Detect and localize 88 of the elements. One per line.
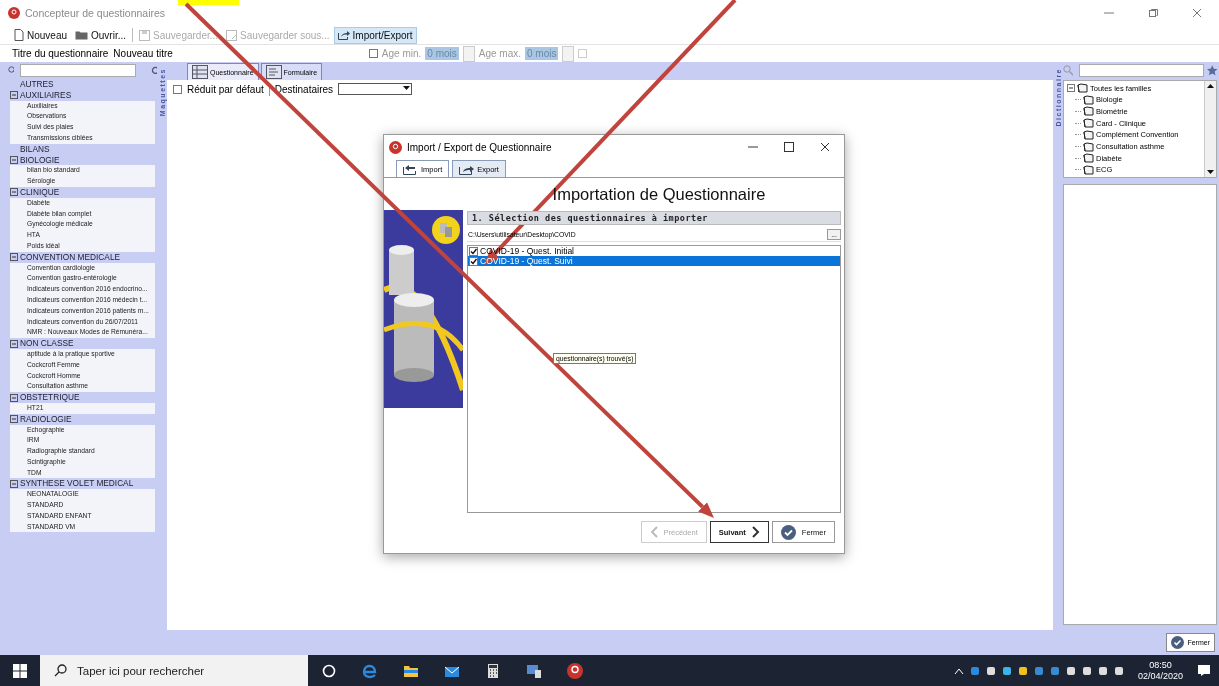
tree-group[interactable]: CONVENTION MEDICALE <box>20 251 121 263</box>
windows-logo-icon[interactable] <box>13 663 27 678</box>
checkmark-icon <box>780 524 796 540</box>
collapse-icon[interactable] <box>10 253 18 262</box>
tree-group[interactable]: BILANS <box>20 143 50 155</box>
collapse-icon[interactable] <box>10 91 18 100</box>
clock-date[interactable]: 02/04/2020 <box>1137 670 1183 682</box>
tree-group[interactable]: AUTRES <box>20 79 54 90</box>
tree-group[interactable]: NON CLASSE <box>20 338 74 349</box>
search-icon <box>1063 65 1074 76</box>
folder-icon <box>1083 129 1094 140</box>
tree-group[interactable]: BIOLOGIE <box>20 154 60 166</box>
collapse-icon[interactable] <box>10 155 18 164</box>
search-icon <box>8 66 14 75</box>
close-icon[interactable] <box>820 142 830 152</box>
collapse-icon[interactable] <box>10 188 18 197</box>
maximize-icon[interactable] <box>784 142 794 152</box>
chevron-up-icon[interactable] <box>953 666 964 675</box>
tray-icon[interactable] <box>985 665 996 676</box>
dialog-title: Import / Export de Questionnaire <box>407 141 552 153</box>
tree-group[interactable]: CLINIQUE <box>20 186 60 198</box>
tree-group[interactable]: SYNTHESE VOLET MEDICAL <box>20 478 134 490</box>
collapse-icon[interactable] <box>10 479 18 488</box>
form-icon <box>265 65 282 79</box>
folder-icon <box>1083 153 1094 164</box>
export-arrow-icon <box>459 163 475 175</box>
folder-icon <box>1077 83 1088 94</box>
age-checkbox[interactable] <box>368 49 378 58</box>
toolbar-button[interactable]: Nouveau <box>10 26 72 44</box>
toolbar-button[interactable]: Ouvrir... <box>71 26 131 44</box>
share-arrow-icon <box>337 30 350 40</box>
tray-icon[interactable] <box>1081 665 1092 676</box>
folder-icon <box>1083 94 1094 105</box>
item-checkbox[interactable] <box>469 256 478 266</box>
highlight-mark <box>178 0 239 5</box>
import-arrow-icon <box>403 163 418 175</box>
tray-icon[interactable] <box>1017 665 1028 676</box>
reduce-checkbox[interactable] <box>173 84 182 94</box>
tray-icon[interactable] <box>1097 665 1108 676</box>
floppy-icon <box>226 29 238 41</box>
chevron-left-icon <box>649 526 658 538</box>
tray-icon[interactable] <box>1001 665 1012 676</box>
tree-group[interactable]: AUXILIAIRES <box>20 89 72 101</box>
field-label: Age max. <box>478 48 521 59</box>
scroll-down-icon[interactable] <box>1205 167 1216 177</box>
app-logo-icon <box>389 140 402 154</box>
clock-time[interactable]: 08:50 <box>1149 659 1172 671</box>
grid-icon <box>192 65 208 79</box>
folder-icon <box>75 30 89 40</box>
toolbar-button[interactable]: Import/Export <box>333 26 417 44</box>
star-icon[interactable] <box>1206 65 1217 76</box>
field-label: Titre du questionnaire <box>12 48 109 59</box>
folder-icon <box>1083 118 1094 129</box>
field-label: Age min. <box>381 48 422 59</box>
floppy-icon <box>139 29 151 41</box>
tray-icon[interactable] <box>1065 665 1076 676</box>
dialog-heading: Importation de Questionnaire <box>551 184 767 205</box>
search-field[interactable] <box>20 64 136 77</box>
page-icon <box>14 29 24 41</box>
tree-group[interactable]: OBSTETRIQUE <box>20 392 80 403</box>
checkbox-label: Réduit par défaut <box>187 83 264 95</box>
field-label: Destinataires <box>274 83 334 95</box>
scroll-up-icon[interactable] <box>1205 81 1216 91</box>
notification-icon[interactable] <box>1197 664 1211 677</box>
collapse-icon[interactable] <box>1067 84 1075 93</box>
dropdown-caret-icon <box>402 84 412 92</box>
folder-icon <box>1083 141 1094 152</box>
item-checkbox[interactable] <box>469 246 478 256</box>
collapse-icon[interactable] <box>10 415 18 424</box>
chevron-right-icon <box>751 526 760 538</box>
section-header: 1. Sélection des questionnaires à importer <box>467 211 841 225</box>
restore-icon[interactable] <box>1148 8 1158 18</box>
refresh-icon[interactable] <box>151 66 157 75</box>
recipients-dropdown[interactable] <box>338 83 413 95</box>
tray-icon[interactable] <box>1113 665 1124 676</box>
folder-icon <box>1083 164 1094 175</box>
title-field[interactable]: Nouveau titre <box>113 48 173 59</box>
folder-icon <box>1083 106 1094 117</box>
checkmark-icon <box>1171 636 1185 649</box>
app-logo-icon <box>8 7 20 19</box>
collapse-icon[interactable] <box>10 393 18 402</box>
taskbar-search-field[interactable]: Taper ici pour rechercher <box>40 655 308 686</box>
search-field[interactable] <box>1079 64 1204 77</box>
collapse-icon[interactable] <box>10 339 18 348</box>
search-icon <box>54 664 67 677</box>
window-title: Concepteur de questionnaires <box>25 7 166 19</box>
tree-group[interactable]: RADIOLOGIE <box>20 413 72 425</box>
app-logo-icon[interactable] <box>565 661 584 680</box>
